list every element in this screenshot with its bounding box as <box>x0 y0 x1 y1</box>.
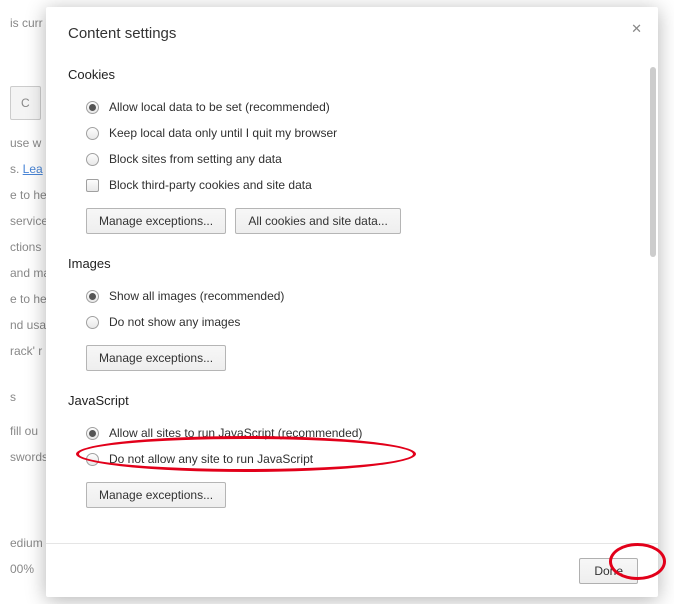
dialog-body: Cookies Allow local data to be set (reco… <box>46 57 658 543</box>
images-manage-exceptions-button[interactable]: Manage exceptions... <box>86 345 226 371</box>
cookies-allow-option[interactable]: Allow local data to be set (recommended) <box>68 94 636 120</box>
radio-icon[interactable] <box>86 453 99 466</box>
javascript-manage-exceptions-button[interactable]: Manage exceptions... <box>86 482 226 508</box>
all-cookies-button[interactable]: All cookies and site data... <box>235 208 400 234</box>
cookies-block-option[interactable]: Block sites from setting any data <box>68 146 636 172</box>
option-label: Do not show any images <box>109 315 240 329</box>
section-heading-images: Images <box>68 256 636 271</box>
option-label: Block sites from setting any data <box>109 152 282 166</box>
javascript-button-row: Manage exceptions... <box>68 472 636 512</box>
radio-icon[interactable] <box>86 101 99 114</box>
option-label: Do not allow any site to run JavaScript <box>109 452 313 466</box>
option-label: Show all images (recommended) <box>109 289 284 303</box>
done-button[interactable]: Done <box>579 558 638 584</box>
cookies-thirdparty-option[interactable]: Block third-party cookies and site data <box>68 172 636 198</box>
section-heading-cookies: Cookies <box>68 67 636 82</box>
bg-link: Lea <box>23 162 43 176</box>
images-show-option[interactable]: Show all images (recommended) <box>68 283 636 309</box>
content-settings-dialog: Content settings ✕ Cookies Allow local d… <box>46 7 658 597</box>
radio-icon[interactable] <box>86 316 99 329</box>
option-label: Keep local data only until I quit my bro… <box>109 126 337 140</box>
dialog-header: Content settings ✕ <box>46 7 658 52</box>
cookies-keep-option[interactable]: Keep local data only until I quit my bro… <box>68 120 636 146</box>
radio-icon[interactable] <box>86 127 99 140</box>
images-button-row: Manage exceptions... <box>68 335 636 375</box>
cookies-manage-exceptions-button[interactable]: Manage exceptions... <box>86 208 226 234</box>
cookies-button-row: Manage exceptions... All cookies and sit… <box>68 198 636 238</box>
dialog-footer: Done <box>46 543 658 597</box>
radio-icon[interactable] <box>86 290 99 303</box>
option-label: Allow all sites to run JavaScript (recom… <box>109 426 362 440</box>
section-heading-javascript: JavaScript <box>68 393 636 408</box>
option-label: Allow local data to be set (recommended) <box>109 100 330 114</box>
radio-icon[interactable] <box>86 427 99 440</box>
javascript-allow-option[interactable]: Allow all sites to run JavaScript (recom… <box>68 420 636 446</box>
bg-button: C <box>10 86 41 120</box>
dialog-title: Content settings <box>68 25 176 42</box>
scrollbar[interactable] <box>650 67 656 257</box>
option-label: Block third-party cookies and site data <box>109 178 312 192</box>
images-hide-option[interactable]: Do not show any images <box>68 309 636 335</box>
javascript-block-option[interactable]: Do not allow any site to run JavaScript <box>68 446 636 472</box>
radio-icon[interactable] <box>86 153 99 166</box>
close-icon[interactable]: ✕ <box>631 21 642 37</box>
checkbox-icon[interactable] <box>86 179 99 192</box>
